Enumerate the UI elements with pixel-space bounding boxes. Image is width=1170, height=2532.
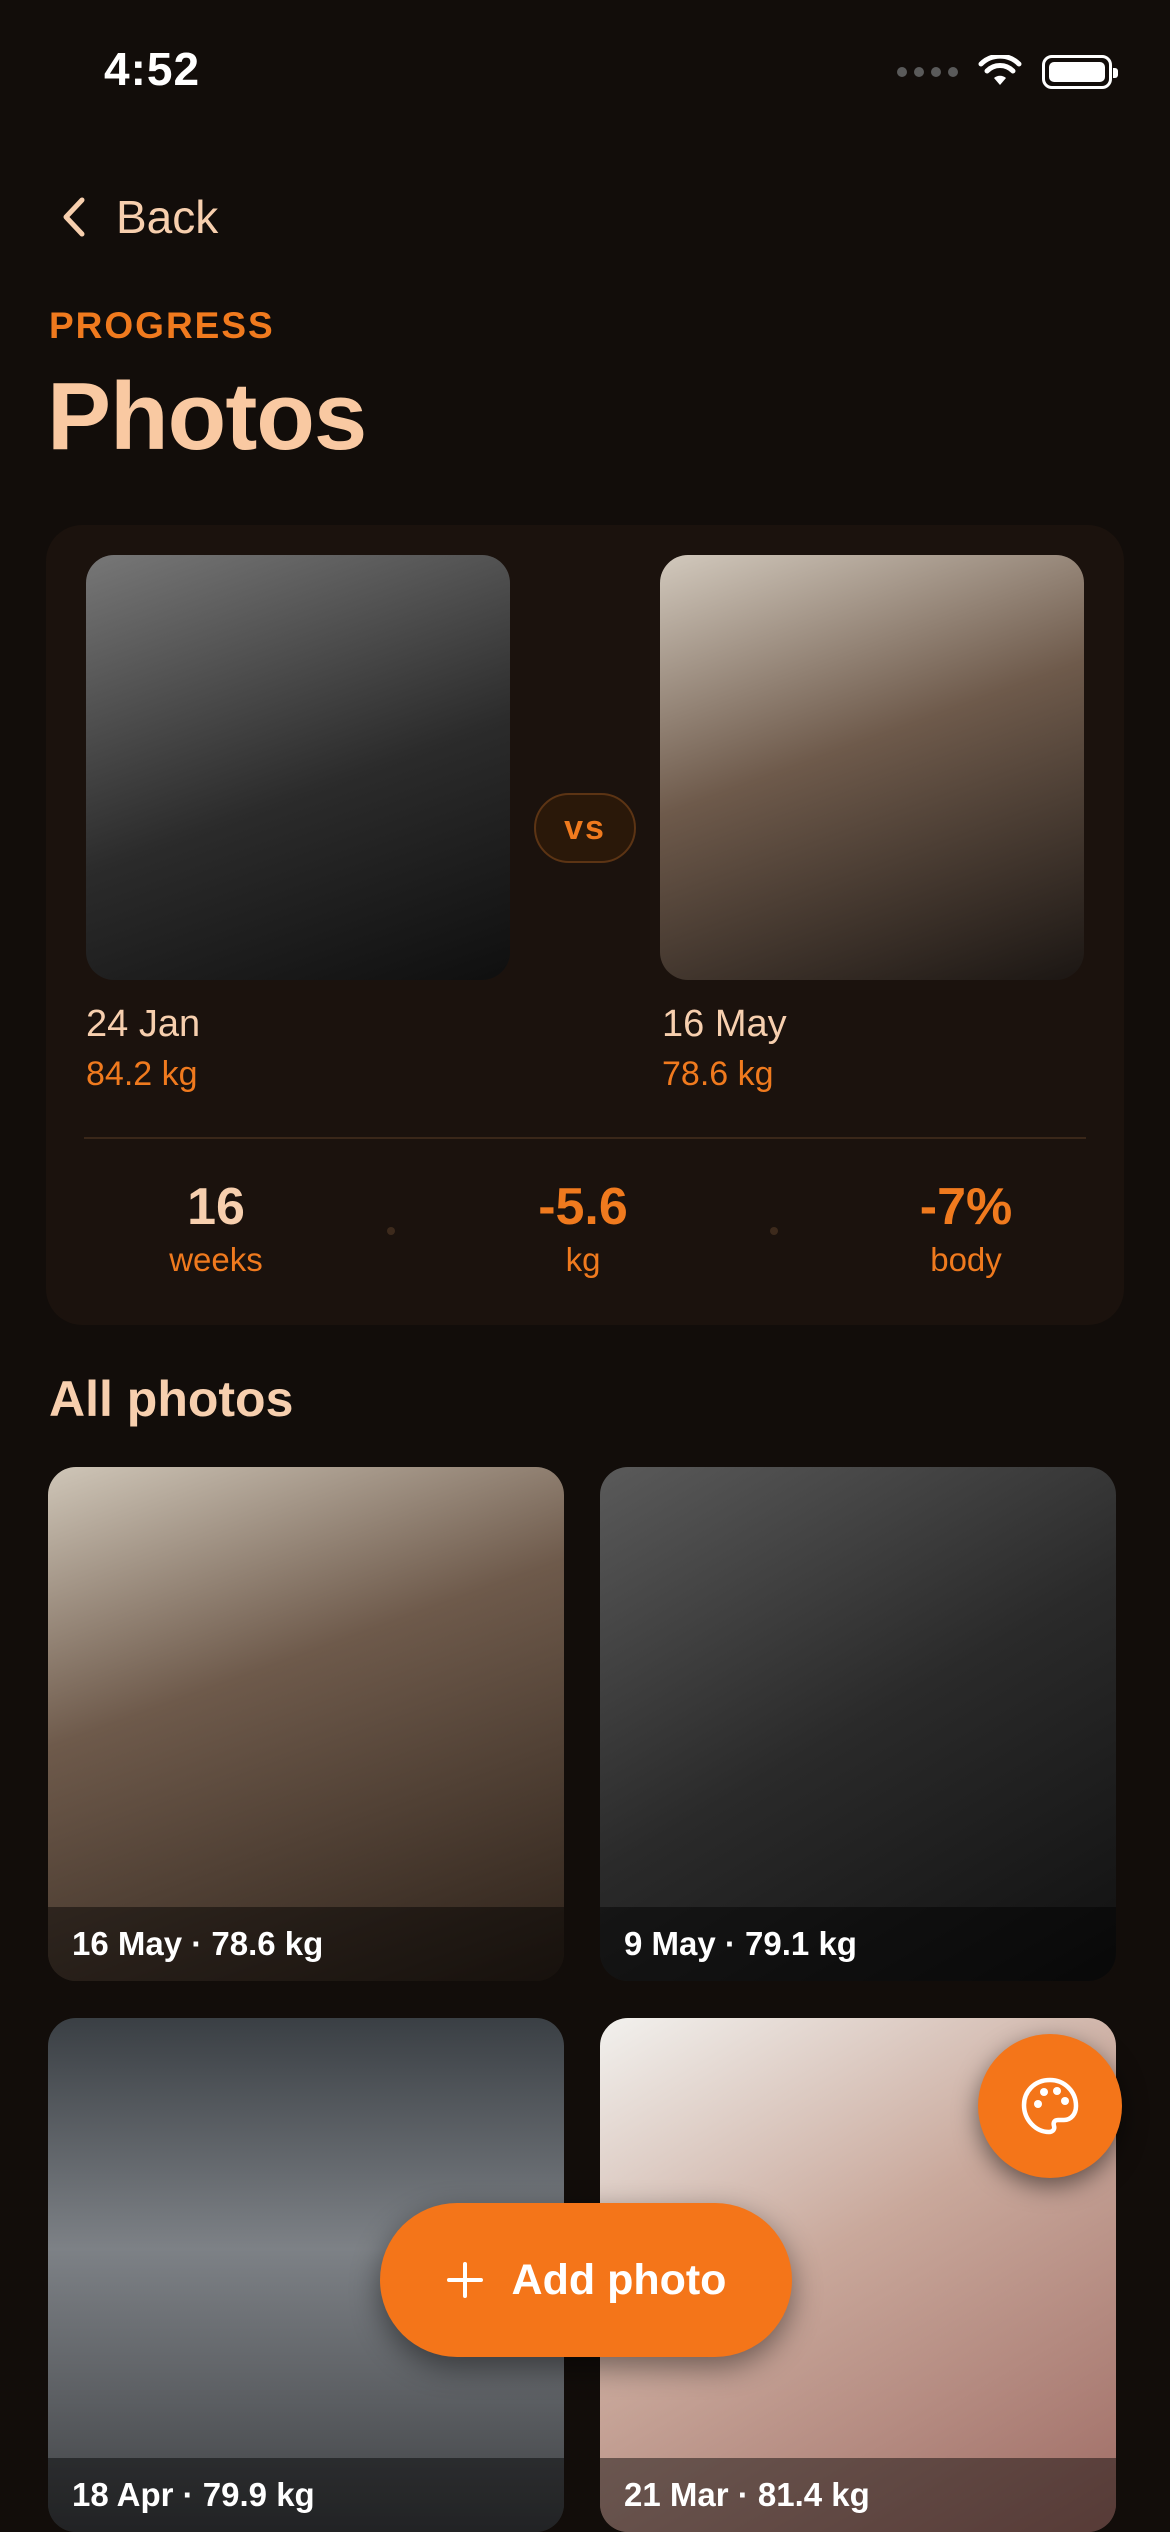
photo-caption: 21 Mar · 81.4 kg bbox=[600, 2458, 1116, 2532]
photo-tile[interactable]: 16 May · 78.6 kg bbox=[48, 1467, 564, 1981]
photo-caption: 9 May · 79.1 kg bbox=[600, 1907, 1116, 1981]
add-photo-label: Add photo bbox=[511, 2255, 727, 2304]
stat-body-change: -7% body bbox=[836, 1177, 1096, 1279]
before-date: 24 Jan bbox=[86, 1003, 201, 1045]
page-title: Photos bbox=[47, 363, 367, 470]
after-photo[interactable] bbox=[660, 555, 1084, 980]
back-label: Back bbox=[116, 191, 219, 243]
chevron-left-icon bbox=[63, 197, 85, 237]
add-photo-button[interactable]: Add photo bbox=[380, 2203, 792, 2357]
photo-tile[interactable]: 9 May · 79.1 kg bbox=[600, 1467, 1116, 1981]
stat-value: 16 bbox=[187, 1178, 245, 1236]
before-weight: 84.2 kg bbox=[86, 1055, 198, 1093]
photo-caption: 18 Apr · 79.9 kg bbox=[48, 2458, 564, 2532]
stat-separator bbox=[387, 1227, 395, 1235]
stat-label: body bbox=[930, 1241, 1002, 1278]
battery-icon bbox=[1042, 55, 1118, 89]
stat-weight-change: -5.6 kg bbox=[453, 1177, 713, 1279]
stat-label: weeks bbox=[169, 1241, 263, 1278]
divider bbox=[84, 1137, 1086, 1139]
wifi-icon bbox=[978, 55, 1022, 85]
photo-caption: 16 May · 78.6 kg bbox=[48, 1907, 564, 1981]
section-eyebrow: PROGRESS bbox=[49, 305, 275, 346]
palette-icon bbox=[1021, 2077, 1079, 2135]
after-weight: 78.6 kg bbox=[662, 1055, 774, 1093]
comparison-card: vs 24 Jan 84.2 kg 16 May 78.6 kg 16 week… bbox=[46, 525, 1124, 1325]
stat-label: kg bbox=[565, 1241, 601, 1278]
stat-separator bbox=[770, 1227, 778, 1235]
stat-weeks: 16 weeks bbox=[86, 1177, 346, 1279]
plus-icon bbox=[446, 2262, 483, 2298]
all-photos-title: All photos bbox=[49, 1371, 294, 1427]
status-icons bbox=[897, 52, 1118, 92]
vs-badge: vs bbox=[534, 793, 636, 863]
back-button[interactable]: Back bbox=[62, 190, 218, 244]
after-date: 16 May bbox=[662, 1003, 787, 1045]
signal-icon bbox=[897, 67, 958, 77]
before-photo[interactable] bbox=[86, 555, 510, 980]
theme-button[interactable] bbox=[978, 2034, 1122, 2178]
stat-value: -7% bbox=[919, 1178, 1013, 1236]
stat-value: -5.6 bbox=[538, 1178, 628, 1236]
status-time: 4:52 bbox=[104, 43, 201, 95]
